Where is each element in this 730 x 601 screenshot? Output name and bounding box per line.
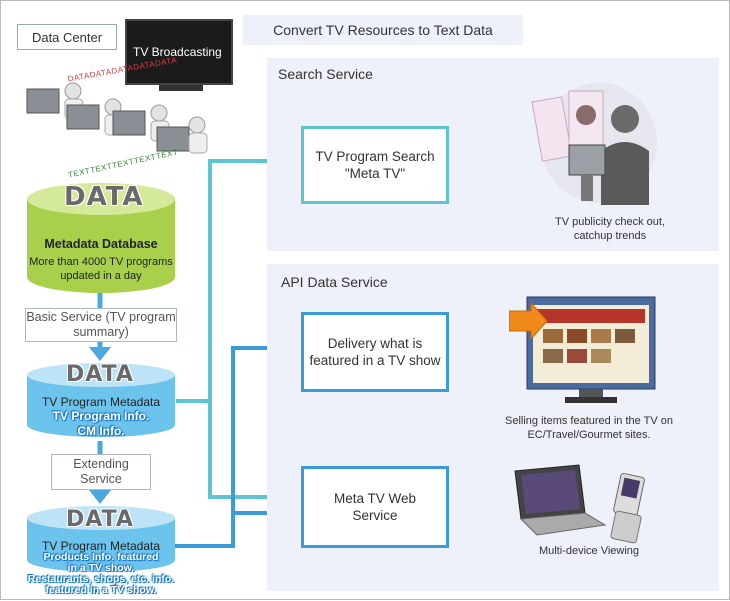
- main-db-title: Metadata Database: [44, 237, 158, 251]
- delivery-line2: featured in a TV show: [309, 353, 441, 368]
- delivery-caption-line2: EC/Travel/Gourmet sites.: [527, 429, 651, 441]
- person-at-kiosk-illustration: [531, 83, 657, 205]
- extending-service-label: Extending Service: [51, 454, 151, 490]
- delivery-caption-line1: Selling items featured in the TV on: [505, 415, 673, 427]
- search-caption: TV publicity check out, catchup trends: [525, 215, 695, 243]
- flow-arrow-1: [89, 347, 111, 361]
- delivery-featured-box[interactable]: Delivery what is featured in a TV show: [301, 312, 449, 392]
- tv-broadcasting-label: TV Broadcasting: [133, 45, 222, 59]
- api-data-service-title: API Data Service: [281, 274, 388, 290]
- tv-program-search-line2: "Meta TV": [344, 166, 406, 181]
- mobile-phone-icon: [610, 473, 645, 544]
- search-caption-line2: catchup trends: [573, 230, 647, 242]
- flow-arrow-2: [89, 490, 111, 504]
- main-db-data-word: DATA: [64, 182, 144, 212]
- db2-data-word: DATA: [66, 362, 134, 387]
- web-service-line1: Meta TV Web: [333, 491, 417, 506]
- operators-illustration: [26, 82, 208, 154]
- data-center-label: Data Center: [17, 24, 117, 50]
- multi-device-illustration: [514, 464, 645, 544]
- search-service-title: Search Service: [278, 66, 373, 82]
- laptop-icon: [514, 464, 607, 536]
- db3-highlight-4: featured in a TV show.: [45, 584, 157, 596]
- db2-highlight-1: TV Program Info.: [52, 409, 150, 423]
- db3-data-word: DATA: [66, 507, 134, 532]
- ec-site-monitor-illustration: [509, 296, 656, 403]
- main-db-desc: More than 4000 TV programs updated in a …: [29, 256, 173, 282]
- basic-service-label: Basic Service (TV program summary): [25, 308, 177, 342]
- search-caption-line1: TV publicity check out,: [554, 216, 666, 228]
- tv-program-search-box[interactable]: TV Program Search "Meta TV": [301, 126, 449, 204]
- meta-tv-web-service-box[interactable]: Meta TV Web Service: [301, 466, 449, 548]
- diagram-canvas: Convert TV Resources to Text Data Data C…: [0, 0, 730, 600]
- db2-highlight-2: CM Info.: [77, 424, 125, 438]
- web-caption: Multi-device Viewing: [538, 545, 640, 557]
- tv-program-search-line1: TV Program Search: [315, 149, 435, 164]
- convert-title: Convert TV Resources to Text Data: [243, 15, 523, 45]
- delivery-line1: Delivery what is: [327, 336, 423, 351]
- db2-title: TV Program Metadata: [41, 395, 161, 409]
- web-service-line2: Service: [352, 508, 398, 523]
- delivery-caption: Selling items featured in the TV on EC/T…: [479, 414, 699, 442]
